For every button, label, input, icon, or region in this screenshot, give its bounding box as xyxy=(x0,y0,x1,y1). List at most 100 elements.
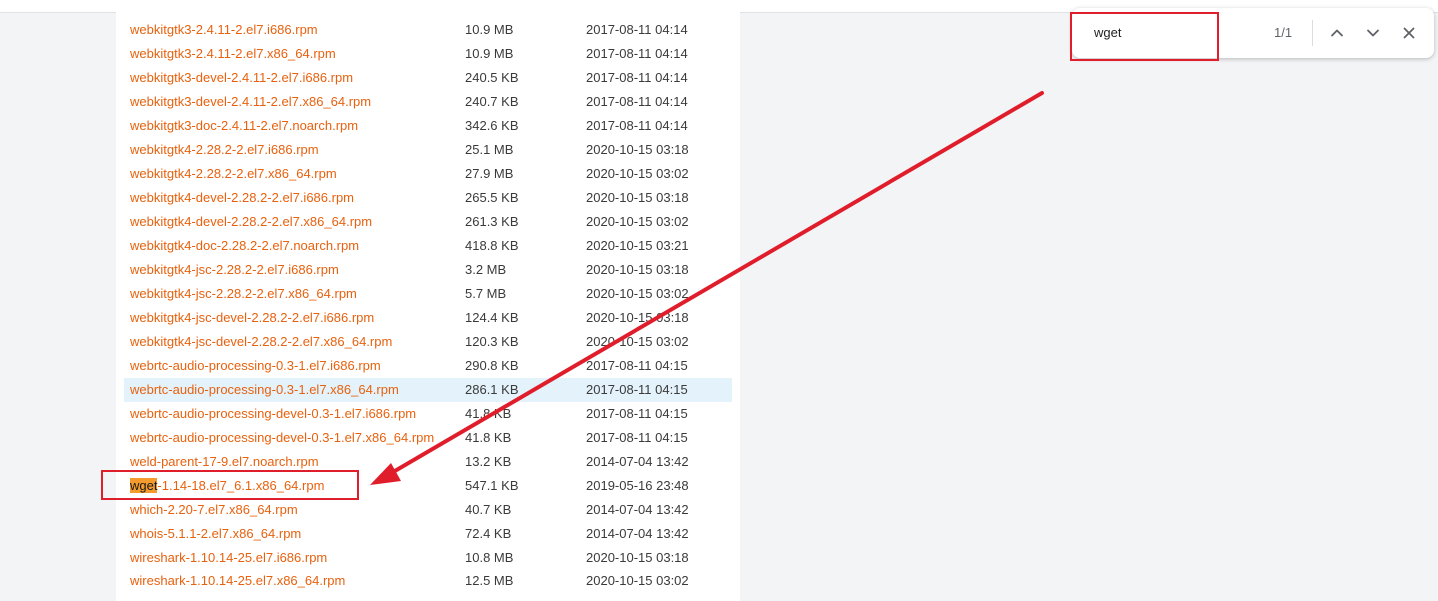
file-row: webkitgtk4-jsc-devel-2.28.2-2.el7.x86_64… xyxy=(124,330,732,354)
file-size: 418.8 KB xyxy=(465,238,519,253)
find-bar-divider xyxy=(1312,20,1313,46)
file-date: 2020-10-15 03:02 xyxy=(586,573,689,588)
file-date: 2020-10-15 03:18 xyxy=(586,550,689,565)
file-link[interactable]: webkitgtk3-2.4.11-2.el7.x86_64.rpm xyxy=(130,42,336,66)
file-link-rest: -1.14-18.el7_6.1.x86_64.rpm xyxy=(157,478,325,493)
file-size: 41.8 KB xyxy=(465,430,512,445)
file-size: 342.6 KB xyxy=(465,118,519,133)
file-link[interactable]: webkitgtk3-2.4.11-2.el7.i686.rpm xyxy=(130,18,318,42)
file-date: 2014-07-04 13:42 xyxy=(586,526,689,541)
file-row: which-2.20-7.el7.x86_64.rpm 40.7 KB 2014… xyxy=(124,498,732,522)
file-row: webkitgtk4-devel-2.28.2-2.el7.x86_64.rpm… xyxy=(124,210,732,234)
file-row: webkitgtk4-2.28.2-2.el7.i686.rpm 25.1 MB… xyxy=(124,138,732,162)
find-previous-button[interactable] xyxy=(1324,20,1350,46)
file-date: 2017-08-11 04:15 xyxy=(586,430,688,445)
file-date: 2017-08-11 04:14 xyxy=(586,118,688,133)
file-size: 10.9 MB xyxy=(465,46,514,61)
file-row: webrtc-audio-processing-0.3-1.el7.i686.r… xyxy=(124,354,732,378)
find-next-button[interactable] xyxy=(1360,20,1386,46)
file-date: 2017-08-11 04:15 xyxy=(586,406,688,421)
file-date: 2017-08-11 04:15 xyxy=(586,382,688,397)
file-date: 2020-10-15 03:21 xyxy=(586,238,689,253)
file-date: 2017-08-11 04:14 xyxy=(586,22,688,37)
file-size: 290.8 KB xyxy=(465,358,519,373)
file-row: webkitgtk4-devel-2.28.2-2.el7.i686.rpm 2… xyxy=(124,186,732,210)
file-row: webkitgtk4-jsc-devel-2.28.2-2.el7.i686.r… xyxy=(124,306,732,330)
find-match-highlight: wget xyxy=(130,478,158,493)
file-date: 2017-08-11 04:14 xyxy=(586,70,688,85)
file-link[interactable]: webkitgtk4-jsc-devel-2.28.2-2.el7.x86_64… xyxy=(130,330,392,354)
close-icon xyxy=(1403,27,1415,39)
file-size: 5.7 MB xyxy=(465,286,507,301)
file-link[interactable]: webkitgtk4-2.28.2-2.el7.x86_64.rpm xyxy=(130,162,337,186)
file-link[interactable]: webkitgtk3-doc-2.4.11-2.el7.noarch.rpm xyxy=(130,114,358,138)
file-size: 10.8 MB xyxy=(465,550,514,565)
chevron-up-icon xyxy=(1331,29,1343,37)
file-link[interactable]: webkitgtk4-jsc-2.28.2-2.el7.x86_64.rpm xyxy=(130,282,357,306)
file-link[interactable]: webkitgtk3-devel-2.4.11-2.el7.x86_64.rpm xyxy=(130,90,371,114)
file-size: 10.9 MB xyxy=(465,22,514,37)
file-row: webkitgtk3-2.4.11-2.el7.x86_64.rpm 10.9 … xyxy=(124,42,732,66)
file-date: 2020-10-15 03:18 xyxy=(586,262,689,277)
file-link[interactable]: webkitgtk4-doc-2.28.2-2.el7.noarch.rpm xyxy=(130,234,359,258)
file-size: 547.1 KB xyxy=(465,478,519,493)
file-link[interactable]: wireshark-1.10.14-25.el7.x86_64.rpm xyxy=(130,569,345,593)
file-date: 2014-07-04 13:42 xyxy=(586,502,689,517)
file-row: whois-5.1.1-2.el7.x86_64.rpm 72.4 KB 201… xyxy=(124,522,732,546)
file-link[interactable]: webkitgtk4-jsc-2.28.2-2.el7.i686.rpm xyxy=(130,258,339,282)
file-row: webrtc-audio-processing-devel-0.3-1.el7.… xyxy=(124,402,732,426)
file-date: 2017-08-11 04:14 xyxy=(586,94,688,109)
find-match-count: 1/1 xyxy=(1274,25,1293,40)
file-date: 2020-10-15 03:18 xyxy=(586,310,689,325)
file-row: webkitgtk3-devel-2.4.11-2.el7.i686.rpm 2… xyxy=(124,66,732,90)
file-link[interactable]: wireshark-1.10.14-25.el7.i686.rpm xyxy=(130,546,327,570)
file-row-wget: wget-1.14-18.el7_6.1.x86_64.rpm 547.1 KB… xyxy=(124,474,732,498)
file-row: webrtc-audio-processing-devel-0.3-1.el7.… xyxy=(124,426,732,450)
file-link[interactable]: whois-5.1.1-2.el7.x86_64.rpm xyxy=(130,522,301,546)
file-date: 2017-08-11 04:14 xyxy=(586,46,688,61)
file-link[interactable]: webkitgtk4-2.28.2-2.el7.i686.rpm xyxy=(130,138,319,162)
file-link[interactable]: webrtc-audio-processing-devel-0.3-1.el7.… xyxy=(130,402,416,426)
file-row: webkitgtk4-2.28.2-2.el7.x86_64.rpm 27.9 … xyxy=(124,162,732,186)
file-row: wireshark-1.10.14-25.el7.i686.rpm 10.8 M… xyxy=(124,546,732,570)
file-link[interactable]: webkitgtk3-devel-2.4.11-2.el7.i686.rpm xyxy=(130,66,353,90)
file-link[interactable]: webrtc-audio-processing-devel-0.3-1.el7.… xyxy=(130,426,434,450)
file-date: 2020-10-15 03:18 xyxy=(586,142,689,157)
find-query-input[interactable]: wget xyxy=(1094,25,1121,40)
file-size: 13.2 KB xyxy=(465,454,512,469)
file-link-wget[interactable]: wget-1.14-18.el7_6.1.x86_64.rpm xyxy=(130,474,324,498)
file-size: 40.7 KB xyxy=(465,502,512,517)
file-date: 2014-07-04 13:42 xyxy=(586,454,689,469)
file-listing: webkitgtk3-2.4.11-2.el7.i686.rpm 10.9 MB… xyxy=(116,12,740,601)
file-size: 72.4 KB xyxy=(465,526,512,541)
file-date: 2020-10-15 03:02 xyxy=(586,166,689,181)
file-date: 2020-10-15 03:02 xyxy=(586,286,689,301)
file-row: webkitgtk4-jsc-2.28.2-2.el7.i686.rpm 3.2… xyxy=(124,258,732,282)
file-link[interactable]: weld-parent-17-9.el7.noarch.rpm xyxy=(130,450,319,474)
file-row: webkitgtk3-2.4.11-2.el7.i686.rpm 10.9 MB… xyxy=(124,18,732,42)
file-link[interactable]: webkitgtk4-devel-2.28.2-2.el7.i686.rpm xyxy=(130,186,354,210)
file-date: 2017-08-11 04:15 xyxy=(586,358,688,373)
file-row: weld-parent-17-9.el7.noarch.rpm 13.2 KB … xyxy=(124,450,732,474)
file-size: 25.1 MB xyxy=(465,142,514,157)
file-link[interactable]: webkitgtk4-jsc-devel-2.28.2-2.el7.i686.r… xyxy=(130,306,374,330)
file-row: webkitgtk3-doc-2.4.11-2.el7.noarch.rpm 3… xyxy=(124,114,732,138)
find-close-button[interactable] xyxy=(1396,20,1422,46)
file-size: 124.4 KB xyxy=(465,310,519,325)
file-link[interactable]: which-2.20-7.el7.x86_64.rpm xyxy=(130,498,298,522)
find-in-page-bar: wget 1/1 xyxy=(1072,8,1434,58)
file-link[interactable]: webkitgtk4-devel-2.28.2-2.el7.x86_64.rpm xyxy=(130,210,372,234)
file-size: 286.1 KB xyxy=(465,382,519,397)
file-size: 261.3 KB xyxy=(465,214,519,229)
file-size: 3.2 MB xyxy=(465,262,507,277)
file-size: 12.5 MB xyxy=(465,573,514,588)
file-row: webkitgtk4-doc-2.28.2-2.el7.noarch.rpm 4… xyxy=(124,234,732,258)
file-date: 2020-10-15 03:02 xyxy=(586,334,689,349)
file-link[interactable]: webrtc-audio-processing-0.3-1.el7.i686.r… xyxy=(130,354,381,378)
file-link[interactable]: webrtc-audio-processing-0.3-1.el7.x86_64… xyxy=(130,378,399,402)
chevron-down-icon xyxy=(1367,29,1379,37)
file-date: 2020-10-15 03:18 xyxy=(586,190,689,205)
file-row: webkitgtk3-devel-2.4.11-2.el7.x86_64.rpm… xyxy=(124,90,732,114)
file-size: 240.5 KB xyxy=(465,70,519,85)
file-size: 41.8 KB xyxy=(465,406,512,421)
